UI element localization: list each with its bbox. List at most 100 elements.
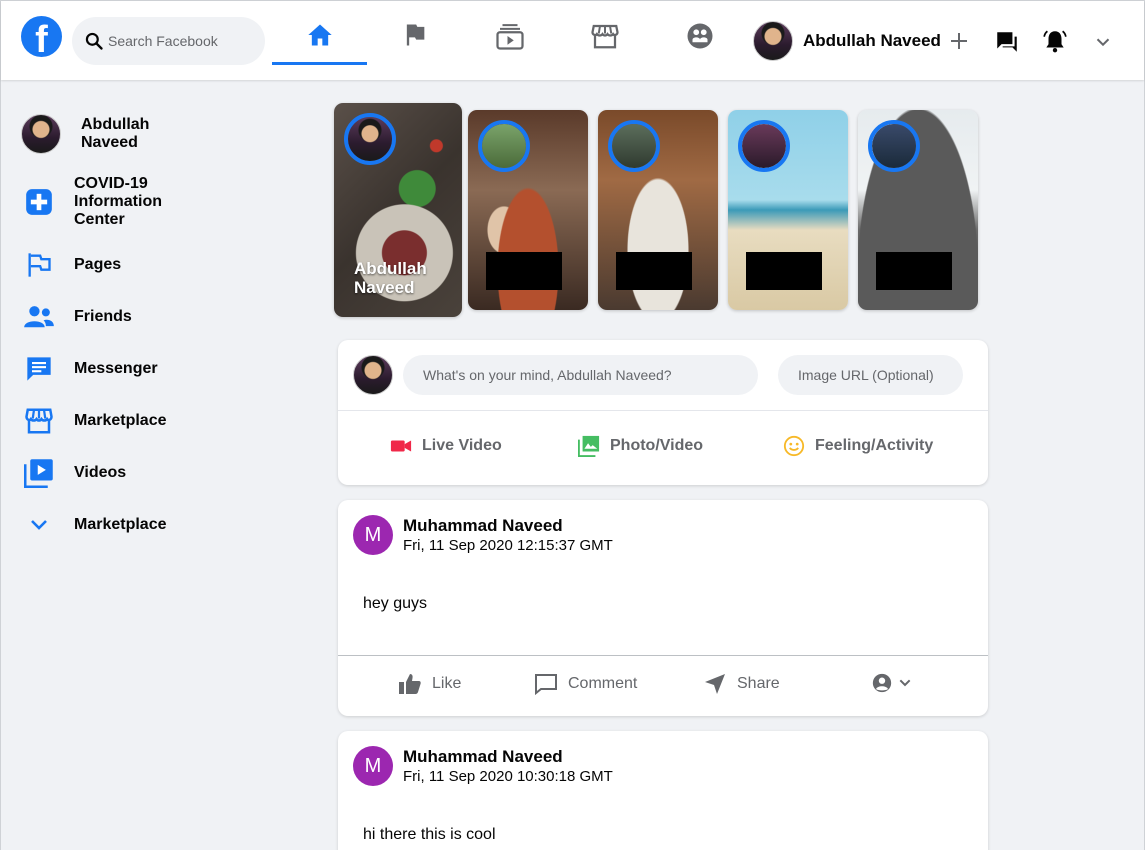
account-circle-icon bbox=[872, 673, 892, 693]
post-card: M Muhammad Naveed Fri, 11 Sep 2020 12:15… bbox=[338, 500, 988, 716]
sidebar-item-label: Friends bbox=[74, 308, 132, 325]
sidebar-profile-name-line1: Abdullah bbox=[81, 116, 150, 133]
thumbs-up-icon bbox=[399, 674, 421, 694]
story-avatar bbox=[478, 120, 530, 172]
sidebar-covid-line1: COVID-19 bbox=[74, 175, 148, 192]
plus-icon[interactable] bbox=[947, 29, 971, 53]
story-avatar bbox=[608, 120, 660, 172]
header-profile[interactable]: Abdullah Naveed bbox=[753, 21, 941, 61]
avatar[interactable]: M bbox=[353, 746, 393, 786]
sidebar-item-profile[interactable]: Abdullah Naveed bbox=[21, 114, 281, 154]
store-icon bbox=[590, 24, 619, 49]
watch-icon bbox=[495, 24, 524, 50]
friends-icon bbox=[24, 306, 54, 328]
sidebar-item-label: Messenger bbox=[74, 360, 158, 377]
search-box[interactable] bbox=[72, 17, 265, 65]
post-timestamp: Fri, 11 Sep 2020 12:15:37 GMT bbox=[403, 537, 613, 554]
share-button[interactable]: Share bbox=[703, 672, 780, 696]
story-card[interactable] bbox=[468, 110, 588, 310]
story-own-label-line2: Naveed bbox=[354, 278, 415, 297]
search-icon bbox=[85, 32, 103, 50]
live-video-icon bbox=[390, 440, 412, 452]
sidebar-covid-line3: Center bbox=[74, 211, 125, 228]
groups-icon bbox=[687, 23, 712, 49]
tab-watch[interactable] bbox=[462, 21, 557, 65]
divider bbox=[338, 410, 988, 411]
tab-home[interactable] bbox=[272, 21, 367, 65]
story-card[interactable] bbox=[728, 110, 848, 310]
feeling-activity-label: Feeling/Activity bbox=[815, 437, 934, 454]
image-url-input[interactable] bbox=[778, 355, 963, 395]
facebook-logo-icon[interactable]: f bbox=[21, 16, 62, 57]
home-icon bbox=[307, 24, 332, 46]
comment-icon bbox=[535, 674, 557, 696]
sidebar-covid-line2: Information bbox=[74, 193, 162, 210]
photo-video-button[interactable]: Photo/Video bbox=[578, 435, 703, 457]
sidebar-profile-name-line2: Naveed bbox=[81, 134, 138, 151]
audience-selector[interactable] bbox=[871, 672, 913, 694]
sidebar-item-label: Pages bbox=[74, 256, 122, 273]
live-video-label: Live Video bbox=[422, 437, 502, 454]
story-avatar bbox=[344, 113, 396, 165]
status-input[interactable] bbox=[403, 355, 758, 395]
smile-icon bbox=[783, 435, 805, 457]
covid-plus-icon bbox=[26, 189, 52, 215]
story-own[interactable]: Abdullah Naveed bbox=[334, 103, 462, 317]
tab-groups[interactable] bbox=[652, 21, 747, 65]
sidebar-item-label: Marketplace bbox=[74, 516, 167, 533]
story-avatar bbox=[738, 120, 790, 172]
redacted-label bbox=[746, 252, 822, 290]
story-card[interactable] bbox=[858, 110, 978, 310]
divider bbox=[338, 655, 988, 656]
story-own-label-line1: Abdullah bbox=[354, 259, 427, 278]
share-icon bbox=[705, 674, 725, 694]
messenger-icon[interactable] bbox=[994, 29, 1020, 55]
post-composer: Live Video Photo/Video Feeling/Activity bbox=[338, 340, 988, 485]
avatar bbox=[353, 355, 393, 395]
sidebar-item-label: Marketplace bbox=[74, 412, 167, 429]
avatar bbox=[21, 114, 61, 154]
chevron-down-icon bbox=[899, 679, 911, 687]
tab-pages[interactable] bbox=[367, 21, 462, 65]
live-video-button[interactable]: Live Video bbox=[390, 435, 502, 457]
sidebar-item-covid[interactable]: COVID-19 Information Center bbox=[21, 175, 281, 229]
video-icon bbox=[24, 459, 53, 488]
post-timestamp: Fri, 11 Sep 2020 10:30:18 GMT bbox=[403, 768, 613, 785]
feeling-activity-button[interactable]: Feeling/Activity bbox=[783, 435, 933, 457]
redacted-label bbox=[616, 252, 692, 290]
story-own-label: Abdullah Naveed bbox=[354, 259, 427, 297]
comment-label: Comment bbox=[568, 675, 638, 692]
avatar[interactable]: M bbox=[353, 515, 393, 555]
sidebar-item-friends[interactable]: Friends bbox=[21, 299, 281, 335]
top-navbar: f Search Facebook Abdullah Naveed bbox=[1, 1, 1144, 80]
left-sidebar: Abdullah Naveed COVID-19 Information Cen… bbox=[1, 80, 301, 850]
chevron-down-icon[interactable] bbox=[1092, 31, 1114, 53]
story-card[interactable] bbox=[598, 110, 718, 310]
avatar bbox=[753, 21, 793, 61]
redacted-label bbox=[486, 252, 562, 290]
chevron-down-icon bbox=[31, 520, 47, 530]
messenger-icon bbox=[27, 357, 51, 381]
post-author[interactable]: Muhammad Naveed bbox=[403, 516, 563, 536]
photo-icon bbox=[578, 435, 600, 457]
sidebar-item-marketplace[interactable]: Marketplace bbox=[21, 403, 281, 439]
like-label: Like bbox=[432, 675, 462, 692]
sidebar-item-see-more[interactable]: Marketplace bbox=[21, 507, 281, 543]
sidebar-item-pages[interactable]: Pages bbox=[21, 247, 281, 283]
tab-marketplace[interactable] bbox=[557, 21, 652, 65]
story-avatar bbox=[868, 120, 920, 172]
photo-video-label: Photo/Video bbox=[610, 437, 704, 454]
like-button[interactable]: Like bbox=[398, 672, 461, 696]
share-label: Share bbox=[737, 675, 780, 692]
sidebar-item-label: COVID-19 Information Center bbox=[74, 175, 162, 229]
post-text: hey guys bbox=[363, 595, 428, 612]
comment-button[interactable]: Comment bbox=[534, 672, 637, 696]
bell-icon[interactable] bbox=[1042, 28, 1068, 54]
sidebar-profile-name: Abdullah Naveed bbox=[81, 116, 149, 152]
sidebar-item-videos[interactable]: Videos bbox=[21, 455, 281, 491]
redacted-label bbox=[876, 252, 952, 290]
search-input[interactable] bbox=[108, 29, 258, 53]
post-author[interactable]: Muhammad Naveed bbox=[403, 747, 563, 767]
post-card: M Muhammad Naveed Fri, 11 Sep 2020 10:30… bbox=[338, 731, 988, 850]
sidebar-item-messenger[interactable]: Messenger bbox=[21, 351, 281, 387]
